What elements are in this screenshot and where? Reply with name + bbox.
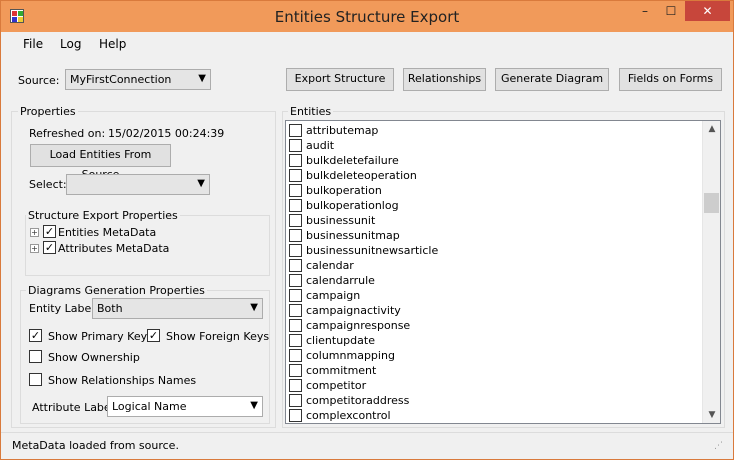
show-ownership-label: Show Ownership	[48, 351, 140, 364]
status-text: MetaData loaded from source.	[12, 439, 179, 452]
title-bar: Entities Structure Export – ☐ ✕	[1, 1, 733, 32]
entity-checkbox[interactable]	[289, 349, 302, 362]
expand-icon[interactable]: +	[30, 228, 39, 237]
maximize-button[interactable]: ☐	[658, 1, 684, 21]
load-entities-button[interactable]: Load Entities From Source	[30, 144, 171, 181]
show-relationship-names-label: Show Relationships Names	[48, 374, 197, 387]
select-label: Select:	[29, 178, 67, 191]
source-label: Source:	[18, 74, 60, 87]
entity-checkbox[interactable]	[289, 364, 302, 377]
source-value: MyFirstConnection	[70, 73, 172, 86]
entity-checkbox[interactable]	[289, 379, 302, 392]
minimize-button[interactable]: –	[632, 1, 658, 21]
entity-label-label: Entity Label:	[29, 302, 98, 315]
entity-checkbox[interactable]	[289, 394, 302, 407]
scrollbar-thumb[interactable]	[704, 193, 719, 213]
entity-checkbox[interactable]	[289, 154, 302, 167]
show-ownership-checkbox[interactable]	[29, 350, 42, 363]
entity-checkbox[interactable]	[289, 169, 302, 182]
entity-checkbox[interactable]	[289, 319, 302, 332]
export-structure-button[interactable]: Export Structure	[286, 68, 394, 91]
chevron-down-icon: ▼	[197, 178, 205, 189]
show-foreign-keys-label: Show Foreign Keys	[166, 330, 270, 343]
entity-checkbox[interactable]	[289, 244, 302, 257]
show-foreign-keys-checkbox[interactable]: ✓	[147, 329, 160, 342]
refreshed-label: Refreshed on:	[29, 127, 106, 140]
entity-checkbox[interactable]	[289, 259, 302, 272]
structure-export-title: Structure Export Properties	[26, 209, 180, 222]
attributes-metadata-checkbox[interactable]: ✓	[43, 241, 56, 254]
entity-checkbox[interactable]	[289, 334, 302, 347]
entity-label-dropdown[interactable]: Both ▼	[92, 298, 263, 319]
chevron-down-icon: ▼	[250, 400, 258, 411]
show-relationship-names-checkbox[interactable]	[29, 373, 42, 386]
fields-on-forms-button[interactable]: Fields on Forms	[619, 68, 722, 91]
entity-checkbox[interactable]	[289, 229, 302, 242]
entity-checkbox[interactable]	[289, 199, 302, 212]
properties-title: Properties	[18, 105, 78, 118]
select-dropdown[interactable]: ▼	[66, 174, 210, 195]
source-dropdown[interactable]: MyFirstConnection ▼	[65, 69, 211, 90]
attribute-label-label: Attribute Label:	[32, 401, 118, 414]
entity-checkbox[interactable]	[289, 409, 302, 422]
scroll-down-icon[interactable]: ▼	[703, 407, 721, 423]
entity-label-value: Both	[97, 302, 123, 315]
scroll-up-icon[interactable]: ▲	[703, 121, 721, 137]
entities-list[interactable]: attributemap audit bulkdeletefailure bul…	[285, 120, 721, 424]
status-bar: MetaData loaded from source. ⋰	[1, 432, 733, 459]
show-primary-keys-label: Show Primary Keys	[48, 330, 153, 343]
menu-bar: File Log Help	[1, 32, 733, 56]
entities-metadata-label: Entities MetaData	[58, 226, 157, 239]
entities-metadata-checkbox[interactable]: ✓	[43, 225, 56, 238]
attributes-metadata-label: Attributes MetaData	[58, 242, 170, 255]
expand-icon[interactable]: +	[30, 244, 39, 253]
entity-checkbox[interactable]	[289, 274, 302, 287]
entity-checkbox[interactable]	[289, 214, 302, 227]
show-primary-keys-checkbox[interactable]: ✓	[29, 329, 42, 342]
entity-checkbox[interactable]	[289, 124, 302, 137]
resize-grip-icon[interactable]: ⋰	[714, 441, 723, 451]
entity-checkbox[interactable]	[289, 184, 302, 197]
window-title: Entities Structure Export	[274, 8, 460, 26]
entity-checkbox[interactable]	[289, 139, 302, 152]
refreshed-value: 15/02/2015 00:24:39	[108, 127, 225, 140]
main-window: Entities Structure Export – ☐ ✕ File Log…	[0, 0, 734, 460]
menu-help[interactable]: Help	[99, 37, 126, 51]
entity-checkbox[interactable]	[289, 304, 302, 317]
entities-scrollbar[interactable]: ▲ ▼	[702, 121, 720, 423]
diagram-props-title: Diagrams Generation Properties	[26, 284, 207, 297]
relationships-button[interactable]: Relationships	[403, 68, 486, 91]
chevron-down-icon: ▼	[250, 302, 258, 313]
entity-checkbox[interactable]	[289, 289, 302, 302]
chevron-down-icon: ▼	[198, 73, 206, 84]
generate-diagram-button[interactable]: Generate Diagram	[495, 68, 609, 91]
close-button[interactable]: ✕	[685, 1, 730, 21]
entities-title: Entities	[288, 105, 334, 118]
attribute-label-dropdown[interactable]: Logical Name ▼	[107, 396, 263, 417]
menu-log[interactable]: Log	[60, 37, 81, 51]
attribute-label-value: Logical Name	[112, 400, 187, 413]
menu-file[interactable]: File	[23, 37, 43, 51]
